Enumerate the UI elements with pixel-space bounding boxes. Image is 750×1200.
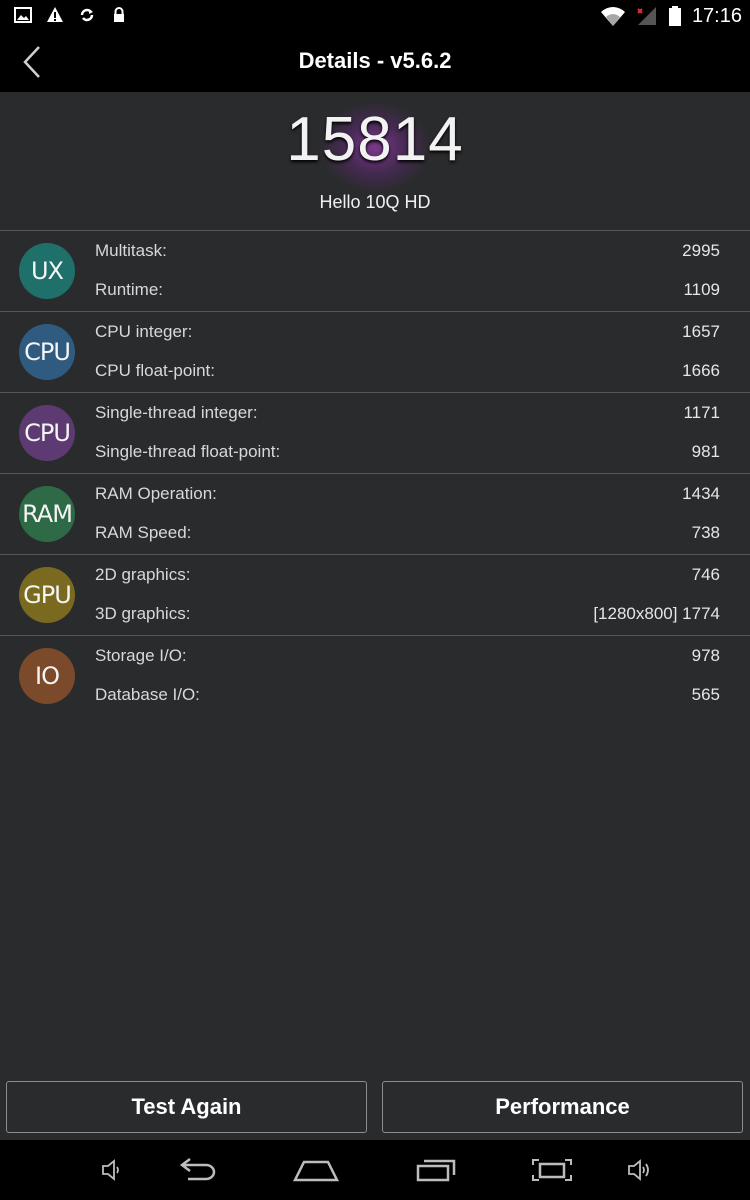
warning-icon — [47, 7, 63, 22]
item-label: Database I/O: — [95, 685, 200, 704]
list-item: Single-thread integer: 1171 — [95, 401, 720, 425]
list-item: Database I/O: 565 — [95, 683, 720, 707]
recents-icon[interactable] — [414, 1156, 458, 1184]
list-item: RAM Operation: 1434 — [95, 482, 720, 506]
item-value: 978 — [691, 646, 720, 665]
list-item: CPU integer: 1657 — [95, 320, 720, 344]
item-value: 1666 — [682, 361, 720, 380]
ux-badge: UX — [19, 243, 75, 299]
item-value: 2995 — [682, 241, 720, 260]
item-value: [1280x800] 1774 — [593, 604, 720, 623]
list-item: 2D graphics: 746 — [95, 563, 720, 587]
score-header: 15814 Hello 10Q HD — [0, 92, 750, 230]
status-left-icons — [14, 6, 128, 24]
item-value: 1434 — [682, 484, 720, 503]
item-label: RAM Operation: — [95, 484, 217, 503]
item-label: Runtime: — [95, 280, 164, 299]
status-time: 17:16 — [691, 5, 742, 27]
back-icon[interactable] — [176, 1156, 220, 1184]
home-icon[interactable] — [292, 1156, 340, 1184]
list-item: Single-thread float-point: 981 — [95, 440, 720, 464]
test-again-button[interactable]: Test Again — [6, 1081, 367, 1133]
status-right-icons: 17:16 — [600, 4, 742, 28]
category-row-cpu: CPU CPU integer: 1657 CPU float-point: 1… — [0, 311, 750, 392]
item-label: CPU float-point: — [95, 361, 215, 380]
screenshot-icon[interactable] — [530, 1156, 574, 1184]
item-value: 1109 — [683, 280, 720, 299]
item-value: 565 — [691, 685, 720, 704]
item-value: 981 — [691, 442, 720, 461]
category-row-io: IO Storage I/O: 978 Database I/O: 565 — [0, 635, 750, 716]
battery-icon — [668, 6, 681, 26]
page-title: Details - v5.6.2 — [298, 48, 452, 73]
item-label: 3D graphics: — [95, 604, 191, 623]
gpu-badge: GPU — [19, 567, 75, 623]
category-row-gpu: GPU 2D graphics: 746 3D graphics: [1280x… — [0, 554, 750, 635]
status-bar: 17:16 — [0, 0, 750, 32]
cpu-badge: CPU — [19, 324, 75, 380]
navigation-bar — [0, 1140, 750, 1200]
lock-icon — [114, 7, 124, 22]
category-row-ram: RAM RAM Operation: 1434 RAM Speed: 738 — [0, 473, 750, 554]
details-content: 15814 Hello 10Q HD UX Multitask: 2995 Ru… — [0, 92, 750, 1140]
wifi-icon — [600, 7, 625, 26]
item-value: 1171 — [683, 403, 720, 422]
list-item: Runtime: 1109 — [95, 278, 720, 302]
item-label: Storage I/O: — [95, 646, 187, 665]
category-row-ux: UX Multitask: 2995 Runtime: 1109 — [0, 230, 750, 311]
volume-down-icon[interactable] — [100, 1156, 124, 1184]
app-bar: Details - v5.6.2 — [0, 32, 750, 92]
io-badge: IO — [19, 648, 75, 704]
list-item: Multitask: 2995 — [95, 239, 720, 263]
item-label: Multitask: — [95, 241, 167, 260]
sync-icon — [80, 8, 94, 22]
list-item: RAM Speed: 738 — [95, 521, 720, 545]
item-value: 746 — [691, 565, 720, 584]
list-item: CPU float-point: 1666 — [95, 359, 720, 383]
item-label: 2D graphics: — [95, 565, 191, 584]
item-label: Single-thread integer: — [95, 403, 258, 422]
signal-icon — [637, 7, 656, 25]
category-row-single-thread: CPU Single-thread integer: 1171 Single-t… — [0, 392, 750, 473]
item-value: 738 — [691, 523, 720, 542]
item-value: 1657 — [682, 322, 720, 341]
performance-button[interactable]: Performance — [382, 1081, 743, 1133]
image-icon — [14, 7, 32, 23]
item-label: CPU integer: — [95, 322, 193, 341]
ram-badge: RAM — [19, 486, 75, 542]
list-item: Storage I/O: 978 — [95, 644, 720, 668]
total-score: 15814 — [286, 105, 464, 174]
item-label: Single-thread float-point: — [95, 442, 281, 461]
volume-up-icon[interactable] — [626, 1156, 654, 1184]
cpu-single-thread-badge: CPU — [19, 405, 75, 461]
device-name: Hello 10Q HD — [319, 192, 431, 212]
score-list: UX Multitask: 2995 Runtime: 1109 CPU CPU… — [0, 230, 750, 716]
list-item: 3D graphics: [1280x800] 1774 — [95, 602, 720, 626]
item-label: RAM Speed: — [95, 523, 192, 542]
